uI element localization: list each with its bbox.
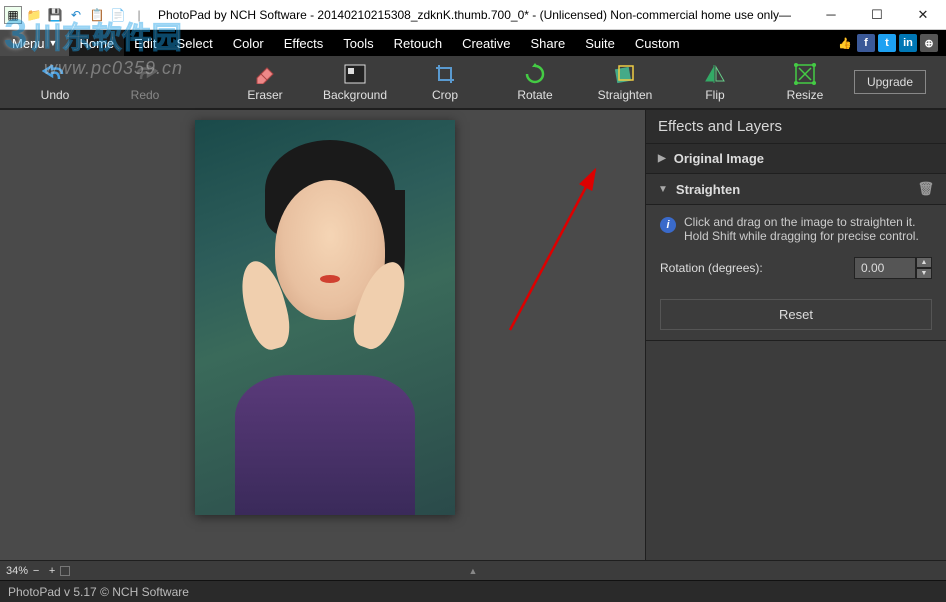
- crop-button[interactable]: Crop: [400, 56, 490, 108]
- status-text: PhotoPad v 5.17 © NCH Software: [8, 585, 189, 599]
- rotation-label: Rotation (degrees):: [660, 261, 763, 275]
- straighten-panel-body: i Click and drag on the image to straigh…: [646, 205, 946, 341]
- accordion-original-image[interactable]: ▶ Original Image: [646, 144, 946, 174]
- close-button[interactable]: ✕: [900, 0, 946, 29]
- qat-icon-5[interactable]: 📋: [88, 6, 106, 24]
- rotate-button[interactable]: Rotate: [490, 56, 580, 108]
- chevron-right-icon: ▶: [658, 153, 666, 164]
- qat-icon-1[interactable]: ▦: [4, 6, 22, 24]
- collapse-handle-icon[interactable]: ▲: [469, 566, 478, 576]
- tab-suite[interactable]: Suite: [575, 30, 625, 56]
- minimize-button[interactable]: ─: [808, 0, 854, 29]
- tab-select[interactable]: Select: [167, 30, 223, 56]
- chevron-down-icon: ▼: [658, 184, 668, 195]
- qat-icon-6[interactable]: 📄: [109, 6, 127, 24]
- info-text: i Click and drag on the image to straigh…: [660, 215, 932, 243]
- flip-label: Flip: [705, 88, 724, 102]
- redo-button[interactable]: Redo: [100, 56, 190, 108]
- toolbar: Undo Redo Eraser Background Crop Rotate …: [0, 56, 946, 109]
- quick-access-icons: ▦ 📁 💾 ↶ 📋 📄 |: [0, 6, 152, 24]
- tab-edit[interactable]: Edit: [124, 30, 166, 56]
- window-title: PhotoPad by NCH Software - 2014021021530…: [152, 8, 808, 22]
- annotation-arrow: [500, 160, 620, 340]
- zoom-fit-button[interactable]: [60, 566, 70, 576]
- chevron-down-icon: ▼: [49, 38, 58, 48]
- accordion-label: Original Image: [674, 151, 764, 166]
- rotate-label: Rotate: [517, 88, 552, 102]
- effects-panel: Effects and Layers ▶ Original Image ▼ St…: [646, 110, 946, 560]
- qat-icon-4[interactable]: ↶: [67, 6, 85, 24]
- menu-label: Menu: [12, 36, 45, 51]
- eraser-button[interactable]: Eraser: [220, 56, 310, 108]
- twitter-icon[interactable]: t: [878, 34, 896, 52]
- share-icon[interactable]: ⊕: [920, 34, 938, 52]
- reset-button[interactable]: Reset: [660, 299, 932, 330]
- tab-custom[interactable]: Custom: [625, 30, 690, 56]
- facebook-icon[interactable]: f: [857, 34, 875, 52]
- qat-icon-3[interactable]: 💾: [46, 6, 64, 24]
- redo-icon: [132, 63, 158, 85]
- straighten-button[interactable]: Straighten: [580, 56, 670, 108]
- social-icons: 👍 f t in ⊕: [836, 30, 946, 56]
- upgrade-button[interactable]: Upgrade: [854, 70, 926, 94]
- info-icon: i: [660, 217, 676, 233]
- resize-icon: [794, 63, 816, 85]
- straighten-label: Straighten: [598, 88, 653, 102]
- status-bar: PhotoPad v 5.17 © NCH Software: [0, 580, 946, 602]
- eraser-label: Eraser: [247, 88, 282, 102]
- tab-share[interactable]: Share: [520, 30, 575, 56]
- qat-icon-2[interactable]: 📁: [25, 6, 43, 24]
- menu-dropdown[interactable]: Menu ▼: [0, 30, 69, 56]
- canvas-image[interactable]: [195, 120, 455, 515]
- straighten-icon: [613, 63, 637, 85]
- accordion-label: Straighten: [676, 182, 740, 197]
- rotation-input[interactable]: [854, 257, 916, 279]
- zoom-in-button[interactable]: +: [44, 565, 60, 577]
- resize-label: Resize: [787, 88, 824, 102]
- background-button[interactable]: Background: [310, 56, 400, 108]
- rotation-spinner[interactable]: ▲ ▼: [854, 257, 932, 279]
- redo-label: Redo: [131, 88, 160, 102]
- main-area: Effects and Layers ▶ Original Image ▼ St…: [0, 109, 946, 560]
- undo-icon: [42, 63, 68, 85]
- spin-down-icon[interactable]: ▼: [916, 268, 932, 279]
- like-icon[interactable]: 👍: [836, 34, 854, 52]
- crop-icon: [434, 63, 456, 85]
- undo-label: Undo: [41, 88, 70, 102]
- zoom-out-button[interactable]: −: [28, 565, 44, 577]
- tab-color[interactable]: Color: [223, 30, 274, 56]
- tab-retouch[interactable]: Retouch: [384, 30, 452, 56]
- flip-button[interactable]: Flip: [670, 56, 760, 108]
- panel-title: Effects and Layers: [646, 110, 946, 144]
- undo-button[interactable]: Undo: [10, 56, 100, 108]
- zoom-bar: 34% − + ▲: [0, 560, 946, 580]
- eraser-icon: [253, 63, 277, 85]
- maximize-button[interactable]: ☐: [854, 0, 900, 29]
- background-icon: [344, 63, 366, 85]
- spin-up-icon[interactable]: ▲: [916, 257, 932, 268]
- flip-icon: [704, 63, 726, 85]
- delete-layer-icon[interactable]: 🗑: [917, 181, 934, 197]
- tab-effects[interactable]: Effects: [274, 30, 334, 56]
- tab-home[interactable]: Home: [69, 30, 124, 56]
- background-label: Background: [323, 88, 387, 102]
- tab-tools[interactable]: Tools: [333, 30, 383, 56]
- crop-label: Crop: [432, 88, 458, 102]
- menubar: Menu ▼ Home Edit Select Color Effects To…: [0, 30, 946, 56]
- zoom-level: 34%: [6, 565, 28, 577]
- linkedin-icon[interactable]: in: [899, 34, 917, 52]
- qat-sep: |: [130, 6, 148, 24]
- tab-creative[interactable]: Creative: [452, 30, 520, 56]
- titlebar: ▦ 📁 💾 ↶ 📋 📄 | PhotoPad by NCH Software -…: [0, 0, 946, 30]
- accordion-straighten[interactable]: ▼ Straighten 🗑: [646, 174, 946, 205]
- canvas-area[interactable]: [0, 110, 646, 560]
- rotate-icon: [524, 63, 546, 85]
- info-message: Click and drag on the image to straighte…: [684, 215, 932, 243]
- resize-button[interactable]: Resize: [760, 56, 850, 108]
